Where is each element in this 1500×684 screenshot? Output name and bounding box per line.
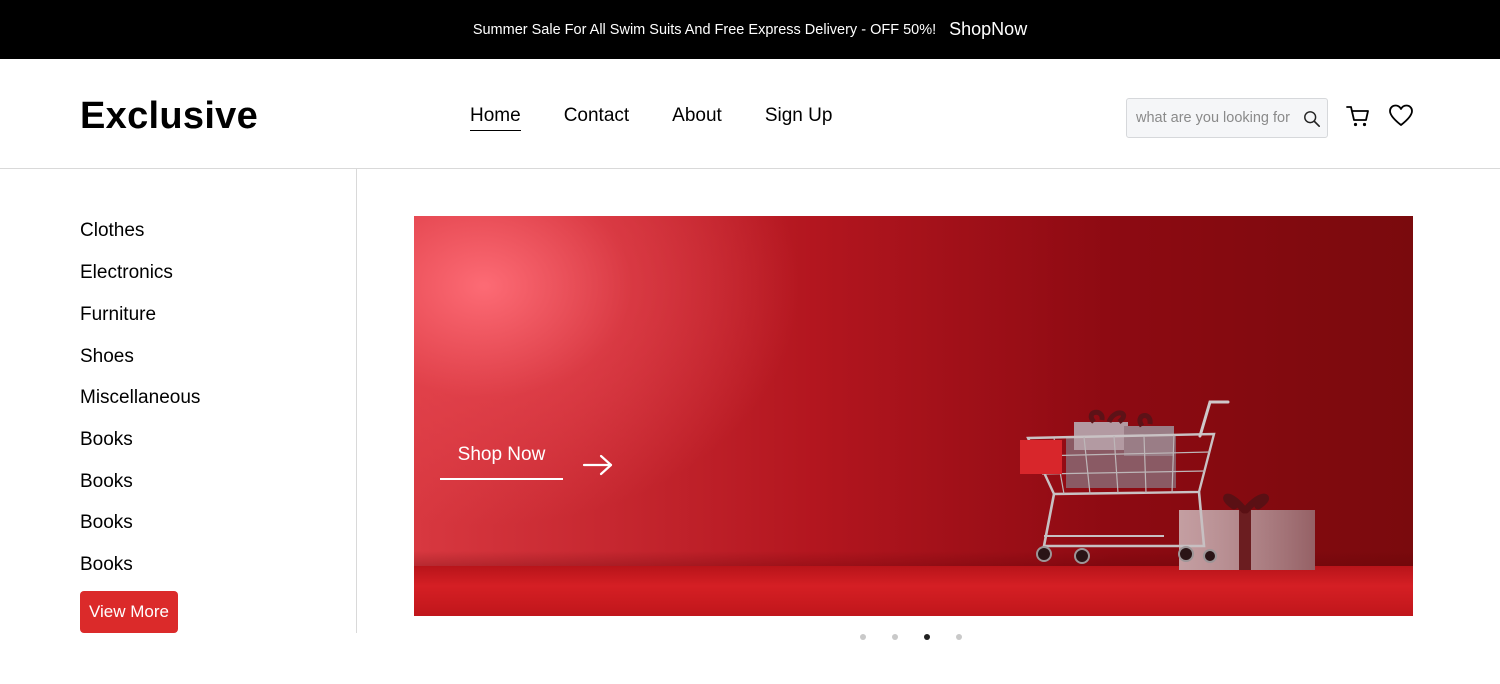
promo-text: Summer Sale For All Swim Suits And Free … [472,21,937,38]
shop-now-link[interactable]: ShopNow [949,19,1027,40]
heart-icon[interactable] [1388,103,1414,129]
category-furniture[interactable]: Furniture [80,304,156,326]
logo[interactable]: Exclusive [80,95,258,138]
carousel-dot-1[interactable] [860,634,866,640]
nav-sign-up[interactable]: Sign Up [765,105,833,131]
cart-icon[interactable] [1345,103,1371,129]
carousel-dot-2[interactable] [892,634,898,640]
category-books[interactable]: Books [80,554,133,576]
nav-contact[interactable]: Contact [564,105,629,131]
hero-shop-now-button[interactable]: Shop Now [440,444,563,480]
category-books[interactable]: Books [80,512,133,534]
category-shoes[interactable]: Shoes [80,346,134,368]
category-clothes[interactable]: Clothes [80,220,144,242]
hero-banner[interactable]: Shop Now [414,216,1413,616]
shopping-cart-illustration [1020,400,1315,570]
announcement-bar: Summer Sale For All Swim Suits And Free … [0,0,1500,59]
nav-about[interactable]: About [672,105,722,131]
category-books[interactable]: Books [80,471,133,493]
carousel-indicators [860,634,988,640]
view-more-button[interactable]: View More [80,591,178,633]
category-miscellaneous[interactable]: Miscellaneous [80,387,200,409]
main-nav: Home Contact About Sign Up [470,105,875,131]
carousel-dot-4[interactable] [956,634,962,640]
category-electronics[interactable]: Electronics [80,262,173,284]
category-sidebar: Clothes Electronics Furniture Shoes Misc… [0,169,357,633]
carousel-dot-3-active[interactable] [924,634,930,640]
category-books[interactable]: Books [80,429,133,451]
header: Exclusive Home Contact About Sign Up [0,59,1500,169]
search-icon[interactable] [1303,110,1321,128]
search-input[interactable] [1136,108,1300,128]
search-box [1126,98,1328,138]
arrow-right-icon[interactable] [582,452,614,478]
nav-home[interactable]: Home [470,105,521,131]
